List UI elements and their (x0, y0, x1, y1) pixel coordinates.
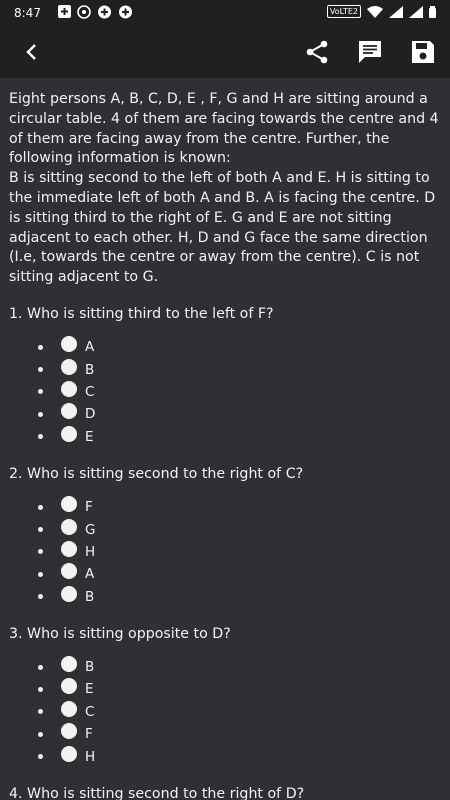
question-4-text: 4. Who is sitting second to the right of… (9, 785, 305, 800)
bullet-icon (38, 664, 43, 670)
option-item[interactable]: F (9, 496, 440, 518)
option-item[interactable]: B (9, 585, 440, 607)
app-bar (0, 26, 450, 78)
system-icons: VoLTE2 (326, 5, 436, 18)
question-block-1: 1. Who is sitting third to the left of F… (9, 304, 440, 448)
bullet-icon (38, 709, 43, 715)
option-label: C (85, 383, 95, 400)
option-label: A (85, 339, 95, 356)
status-time: 8:47 (14, 6, 41, 20)
radio-button[interactable] (61, 585, 77, 602)
radio-button[interactable] (61, 403, 77, 420)
status-bar: 8:47 VoLTE2 (0, 0, 450, 26)
whatsapp-icon (77, 5, 91, 19)
radio-button[interactable] (61, 425, 77, 442)
option-label: F (85, 499, 93, 516)
passage-paragraph-1: Eight persons A, B, C, D, E , F, G and H… (9, 91, 439, 167)
option-label: H (85, 543, 96, 560)
question-content: Eight persons A, B, C, D, E , F, G and H… (0, 78, 450, 800)
bullet-icon (38, 754, 43, 760)
signal-icon (389, 5, 403, 18)
option-item[interactable]: C (9, 380, 440, 403)
option-label: E (85, 428, 94, 445)
option-label: C (85, 703, 95, 720)
option-item[interactable]: B (9, 656, 440, 678)
option-item[interactable]: F (9, 723, 440, 745)
back-arrow-icon[interactable] (18, 38, 46, 66)
bullet-icon (38, 434, 43, 440)
radio-button[interactable] (61, 745, 77, 762)
option-item[interactable]: E (9, 425, 440, 448)
radio-button[interactable] (61, 518, 77, 535)
bullet-icon (38, 504, 43, 510)
option-item[interactable]: C (9, 700, 440, 723)
option-item[interactable]: E (9, 678, 440, 700)
radio-button[interactable] (61, 700, 77, 717)
save-icon[interactable] (410, 39, 436, 65)
wifi-icon (367, 5, 383, 18)
question-block-4: 4. Who is sitting second to the right of… (9, 784, 440, 800)
game-icon (98, 5, 111, 19)
radio-button[interactable] (61, 656, 77, 673)
signal-icon-2 (409, 5, 423, 18)
notification-icons (58, 5, 133, 19)
question-1-options: A B C D E (9, 336, 440, 448)
bullet-icon (38, 389, 43, 395)
bullet-icon (38, 367, 43, 373)
bullet-icon (38, 686, 43, 692)
radio-button[interactable] (61, 336, 77, 353)
option-item[interactable]: A (9, 336, 440, 358)
option-label: B (85, 659, 95, 676)
radio-button[interactable] (61, 496, 77, 513)
bullet-icon (38, 344, 43, 350)
question-2-options: F G H A B (9, 496, 440, 608)
passage-paragraph-2: B is sitting second to the left of both … (9, 170, 436, 286)
question-1-text: 1. Who is sitting third to the left of F… (9, 305, 274, 322)
bullet-icon (38, 571, 43, 577)
option-label: H (85, 748, 96, 765)
option-item[interactable]: A (9, 563, 440, 585)
option-label: G (85, 521, 96, 538)
passage: Eight persons A, B, C, D, E , F, G and H… (9, 90, 440, 288)
volte-badge: VoLTE2 (326, 5, 361, 18)
share-icon[interactable] (304, 39, 330, 65)
option-label: D (85, 406, 96, 423)
radio-button[interactable] (61, 563, 77, 580)
question-3-options: B E C F H (9, 656, 440, 768)
option-label: B (85, 361, 95, 378)
question-2-text: 2. Who is sitting second to the right of… (9, 465, 304, 482)
bullet-icon (38, 411, 43, 417)
option-item[interactable]: B (9, 358, 440, 380)
plus-notification-icon (58, 5, 71, 18)
radio-button[interactable] (61, 540, 77, 557)
question-block-2: 2. Who is sitting second to the right of… (9, 464, 440, 608)
question-block-3: 3. Who is sitting opposite to D? B E C F… (9, 624, 440, 768)
question-3-text: 3. Who is sitting opposite to D? (9, 625, 231, 642)
radio-button[interactable] (61, 723, 77, 740)
battery-icon (429, 5, 436, 18)
option-item[interactable]: H (9, 540, 440, 563)
game-icon-2 (119, 5, 132, 19)
radio-button[interactable] (61, 380, 77, 397)
option-label: A (85, 566, 95, 583)
bullet-icon (38, 527, 43, 532)
option-label: B (85, 588, 95, 605)
radio-button[interactable] (61, 678, 77, 695)
radio-button[interactable] (61, 358, 77, 375)
bullet-icon (38, 594, 43, 600)
option-label: E (85, 681, 94, 698)
option-item[interactable]: D (9, 403, 440, 425)
bullet-icon (38, 549, 43, 555)
option-label: F (85, 726, 93, 743)
option-item[interactable]: G (9, 518, 440, 540)
option-item[interactable]: H (9, 745, 440, 767)
bullet-icon (38, 731, 43, 737)
comment-icon[interactable] (357, 39, 383, 65)
